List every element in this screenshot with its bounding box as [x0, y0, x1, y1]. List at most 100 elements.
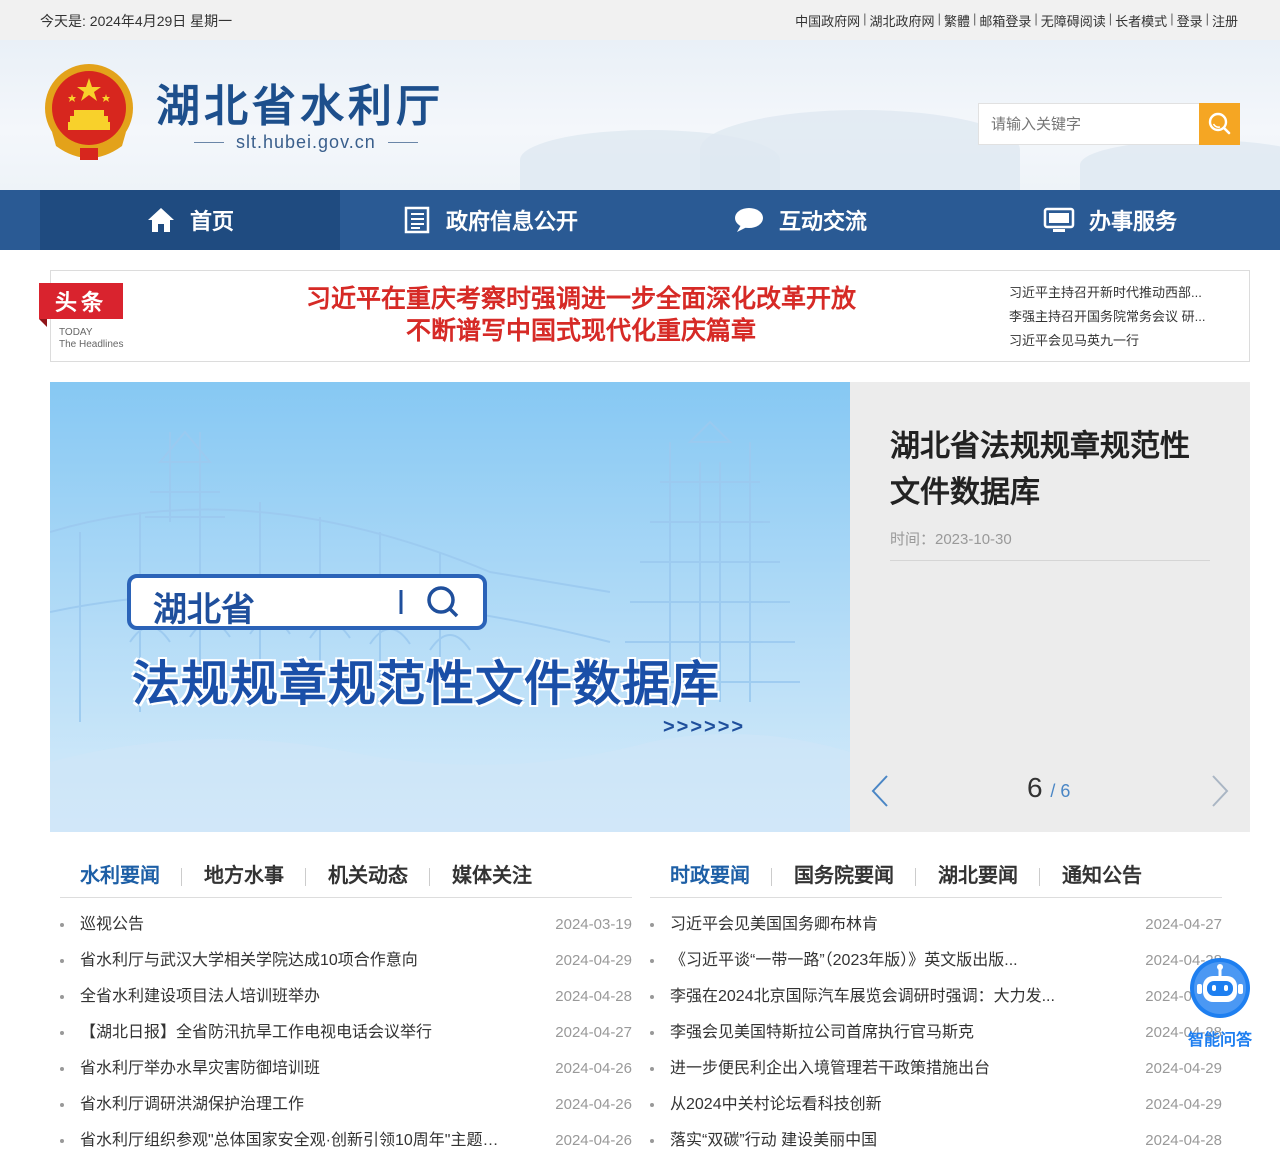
- nav-label: 首页: [189, 209, 234, 234]
- tab-local-water[interactable]: 地方水事: [182, 858, 306, 896]
- tab-water-news[interactable]: 水利要闻: [60, 858, 182, 896]
- list-item[interactable]: 落实“双碳”行动 建设美丽中国 2024-04-28: [650, 1123, 1222, 1159]
- illustration-search-text: 湖北省: [153, 590, 255, 630]
- item-date: 2024-04-27: [555, 1024, 632, 1041]
- tab-agency-news[interactable]: 机关动态: [306, 858, 430, 896]
- item-title: 习近平会见美国国务卿布林肯: [670, 916, 879, 933]
- bullet: [650, 1067, 654, 1071]
- item-title: 省水利厅组织参观"总体国家安全观·创新引领10周年"主题展览: [80, 1132, 510, 1149]
- list-item[interactable]: 从2024中关村论坛看科技创新 2024-04-29: [650, 1087, 1222, 1123]
- site-title[interactable]: 湖北省水利厅: [156, 70, 444, 134]
- headline-main-link[interactable]: 习近平在重庆考察时强调进一步全面深化改革开放 不断谱写中国式现代化重庆篇章: [231, 283, 931, 347]
- tab-state-council[interactable]: 国务院要闻: [772, 858, 916, 896]
- tab-label: 水利要闻: [80, 865, 160, 887]
- headline-line: 不断谱写中国式现代化重庆篇章: [405, 316, 756, 345]
- carousel: 湖北省 法规规章规范性文件数据库 >>>>>> 湖北省法规规章规范性文件数据库 …: [50, 382, 1250, 832]
- link-mail-login[interactable]: 邮箱登录: [979, 11, 1031, 30]
- item-date: 2024-04-27: [1145, 916, 1222, 933]
- prev-arrow-icon[interactable]: [870, 774, 890, 808]
- pager-total: / 6: [1050, 781, 1071, 801]
- monitor-icon: [1043, 207, 1075, 232]
- tab-media[interactable]: 媒体关注: [430, 858, 554, 896]
- nav-services[interactable]: 办事服务: [960, 190, 1260, 250]
- headline-side-item[interactable]: 习近平主持召开新时代推动西部...: [1009, 281, 1229, 305]
- headline-tag-sub: TODAY: [59, 327, 93, 338]
- site-url: slt.hubei.gov.cn: [182, 132, 430, 153]
- link-register[interactable]: 注册: [1212, 11, 1238, 30]
- site-header: 湖北省水利厅 slt.hubei.gov.cn: [0, 40, 1280, 190]
- nav-interaction[interactable]: 互动交流: [640, 190, 960, 250]
- bullet: [60, 923, 64, 927]
- divider: [890, 560, 1210, 561]
- headline-side-item[interactable]: 习近平会见马英九一行: [1009, 329, 1229, 353]
- list-item[interactable]: 习近平会见美国国务卿布林肯 2024-04-27: [650, 907, 1222, 943]
- decor-line: [387, 142, 418, 143]
- link-login[interactable]: 登录: [1177, 11, 1203, 30]
- news-list: 巡视公告 2024-03-19 省水利厅与武汉大学相关学院达成10项合作意向 202…: [60, 907, 632, 1159]
- national-emblem-icon: [45, 64, 133, 160]
- tab-hubei-news[interactable]: 湖北要闻: [916, 858, 1040, 896]
- bullet: [60, 1031, 64, 1035]
- headline-side-item[interactable]: 李强主持召开国务院常务会议 研...: [1009, 305, 1229, 329]
- search-input[interactable]: [979, 104, 1199, 144]
- nav-home[interactable]: 首页: [40, 190, 340, 250]
- nav-label: 互动交流: [778, 209, 867, 234]
- list-item[interactable]: 《习近平谈“一带一路”（2023年版）》英文版出版... 2024-04-28: [650, 943, 1222, 979]
- link-traditional[interactable]: 繁體: [944, 11, 970, 30]
- item-date: 2024-04-29: [555, 952, 632, 969]
- headline-tag-sub: The Headlines: [59, 339, 124, 350]
- bullet: [650, 1103, 654, 1107]
- item-title: 从2024中关村论坛看科技创新: [670, 1096, 882, 1113]
- link-hubei-gov[interactable]: 湖北政府网: [870, 11, 935, 30]
- headline-line: 习近平在重庆考察时强调进一步全面深化改革开放: [305, 284, 856, 313]
- background-mountain: [1080, 140, 1280, 190]
- carousel-image[interactable]: 湖北省 法规规章规范性文件数据库 >>>>>>: [50, 382, 850, 832]
- bullet: [60, 1067, 64, 1071]
- item-date: 2024-04-28: [1145, 1132, 1222, 1149]
- list-item[interactable]: 李强会见美国特斯拉公司首席执行官马斯克 2024-04-28: [650, 1015, 1222, 1051]
- list-item[interactable]: 进一步便民利企出入境管理若干政策措施出台 2024-04-29: [650, 1051, 1222, 1087]
- separator: |: [972, 11, 977, 26]
- chat-icon: [734, 208, 763, 232]
- link-gov-cn[interactable]: 中国政府网: [795, 11, 860, 30]
- tab-notices[interactable]: 通知公告: [1040, 858, 1164, 896]
- item-date: 2024-04-28: [555, 988, 632, 1005]
- bullet: [650, 1139, 654, 1143]
- tab-label: 机关动态: [328, 865, 408, 887]
- tab-label: 湖北要闻: [938, 865, 1018, 887]
- list-item[interactable]: 全省水利建设项目法人培训班举办 2024-04-28: [60, 979, 632, 1015]
- list-item[interactable]: 【湖北日报】全省防汛抗旱工作电视电话会议举行 2024-04-27: [60, 1015, 632, 1051]
- search-button[interactable]: [1199, 103, 1240, 145]
- tab-label: 时政要闻: [670, 865, 750, 887]
- separator: |: [863, 11, 867, 26]
- separator: |: [1205, 11, 1209, 26]
- headline-box: 头条 TODAY The Headlines 习近平在重庆考察时强调进一步全面深…: [39, 270, 1250, 362]
- illustration-search-bar: 湖北省: [127, 574, 487, 630]
- list-item[interactable]: 省水利厅组织参观"总体国家安全观·创新引领10周年"主题展览 2024-04-26: [60, 1123, 632, 1159]
- ai-label: 智能问答: [1188, 1032, 1253, 1049]
- nav-gov-info[interactable]: 政府信息公开: [340, 190, 640, 250]
- bullet: [650, 1031, 654, 1035]
- link-accessibility[interactable]: 无障碍阅读: [1041, 11, 1106, 30]
- search-icon: [399, 586, 459, 618]
- tab-bar: 时政要闻 国务院要闻 湖北要闻 通知公告: [650, 858, 1222, 898]
- item-title: 进一步便民利企出入境管理若干政策措施出台: [670, 1060, 991, 1077]
- news-column-left: 水利要闻 地方水事 机关动态 媒体关注 巡视公告 2024-03-19 省水利厅与…: [60, 858, 632, 1159]
- item-title: 《习近平谈“一带一路”（2023年版）》英文版出版...: [670, 952, 1018, 969]
- bullet: [60, 995, 64, 999]
- list-item[interactable]: 巡视公告 2024-03-19: [60, 907, 632, 943]
- search-icon: [1208, 112, 1231, 135]
- list-item[interactable]: 省水利厅调研洪湖保护治理工作 2024-04-26: [60, 1087, 632, 1123]
- list-item[interactable]: 省水利厅与武汉大学相关学院达成10项合作意向 2024-04-29: [60, 943, 632, 979]
- carousel-title[interactable]: 湖北省法规规章规范性文件数据库: [890, 424, 1210, 516]
- headline-side-list: 习近平主持召开新时代推动西部... 李强主持召开国务院常务会议 研... 习近平…: [1009, 281, 1229, 353]
- link-elder-mode[interactable]: 长者模式: [1115, 11, 1167, 30]
- list-item[interactable]: 省水利厅举办水旱灾害防御培训班 2024-04-26: [60, 1051, 632, 1087]
- tab-political-news[interactable]: 时政要闻: [650, 858, 772, 896]
- nav-label: 办事服务: [1088, 209, 1177, 234]
- ai-assistant-button[interactable]: 智能问答: [1186, 956, 1256, 1052]
- headline-tag: 头条: [39, 283, 123, 327]
- list-item[interactable]: 李强在2024北京国际汽车展览会调研时强调：大力发... 2024-04-28: [650, 979, 1222, 1015]
- news-column-right: 时政要闻 国务院要闻 湖北要闻 通知公告 习近平会见美国国务卿布林肯 2024-0…: [650, 858, 1222, 1159]
- next-arrow-icon[interactable]: [1210, 774, 1230, 808]
